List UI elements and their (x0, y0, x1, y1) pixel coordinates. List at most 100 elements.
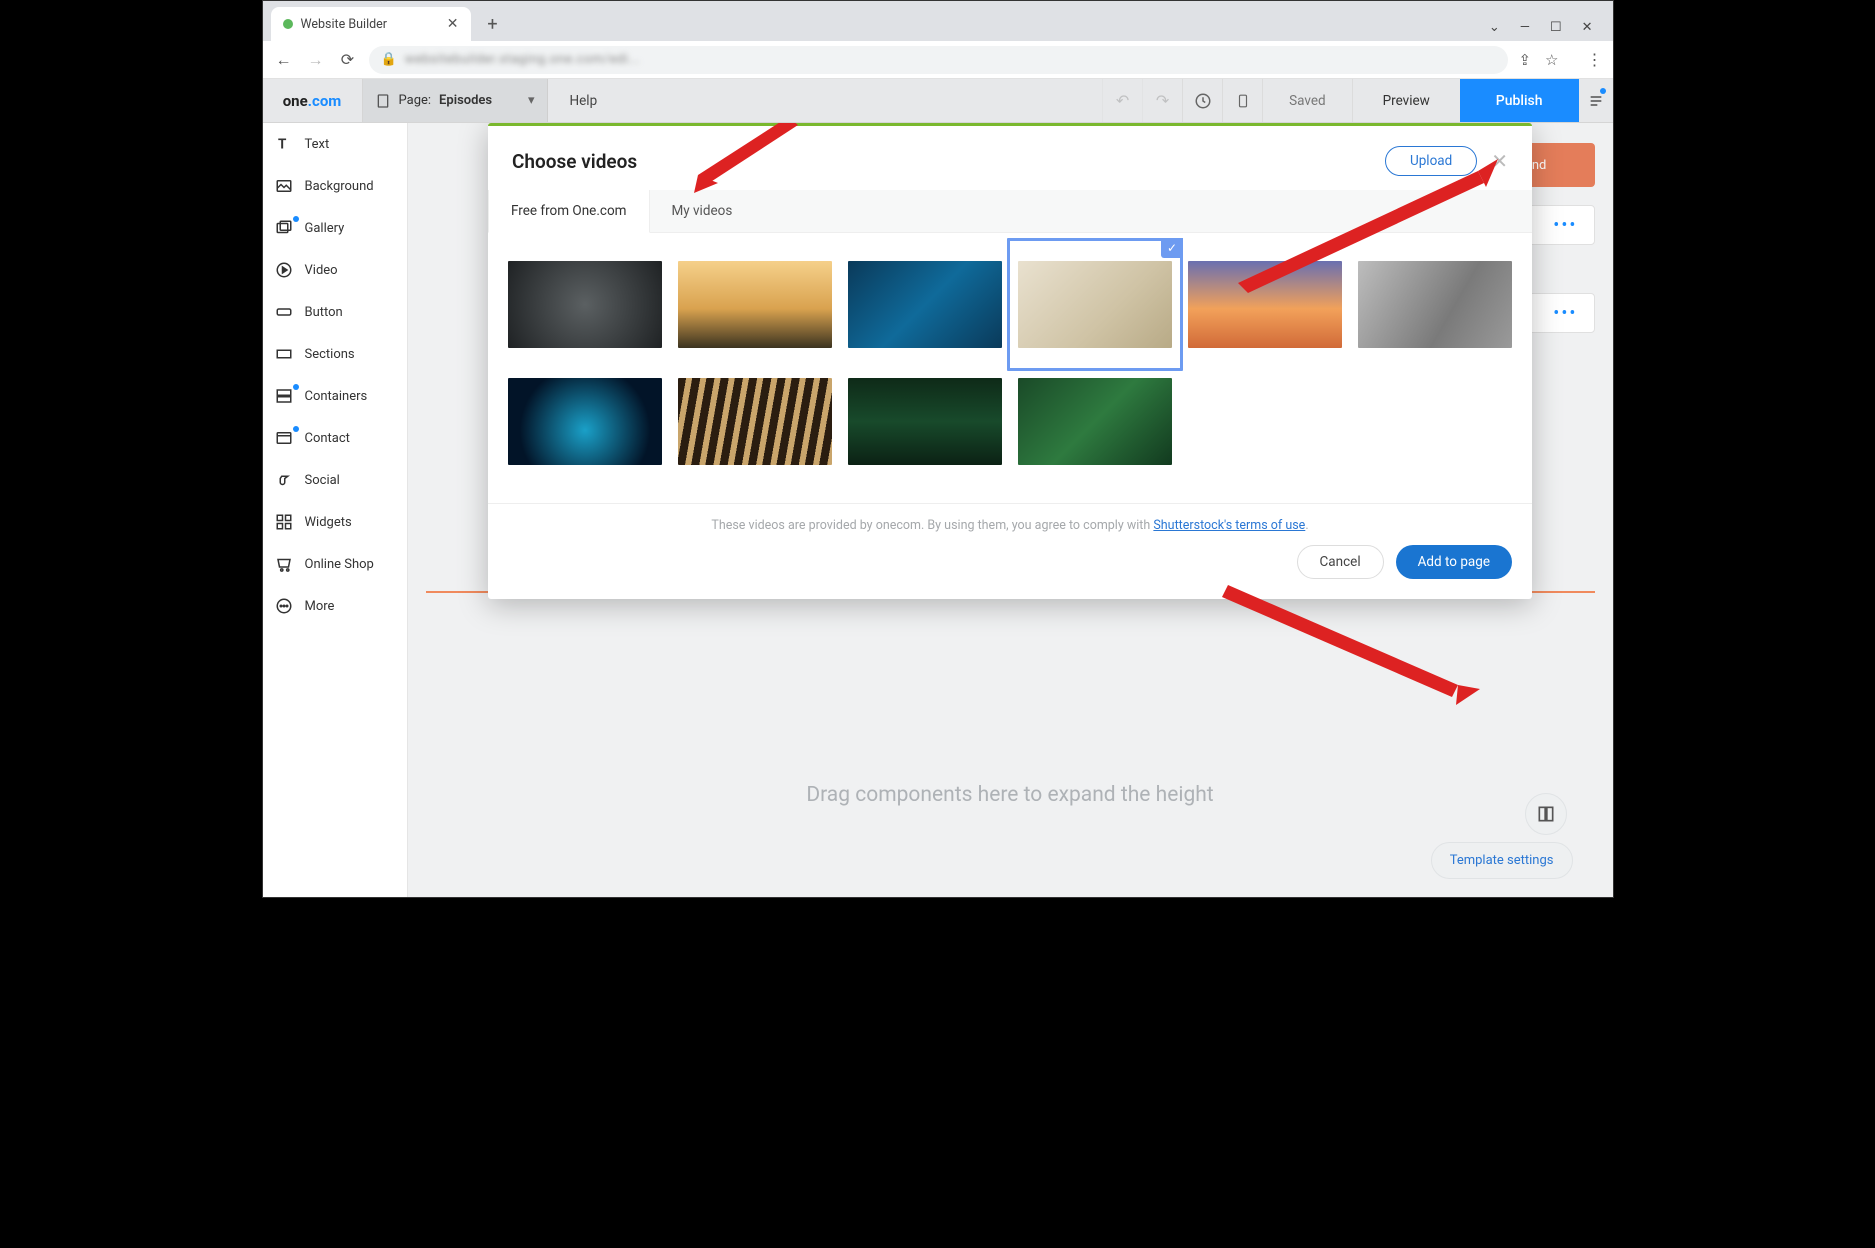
video-thumbnail[interactable] (848, 261, 1002, 348)
tab-close-icon[interactable]: ✕ (447, 16, 459, 32)
history-icon[interactable] (1182, 79, 1222, 122)
browser-tab-strip: Website Builder ✕ + ⌄ — ☐ ✕ (263, 1, 1613, 41)
logo-text-b: .com (308, 92, 342, 110)
tab-my-videos[interactable]: My videos (650, 190, 755, 232)
components-sidebar: T Text Background Gallery Video Button Section… (263, 123, 408, 897)
sidebar-item-widgets[interactable]: Widgets (263, 501, 407, 543)
sidebar-item-online-shop[interactable]: Online Shop (263, 543, 407, 585)
footer-note: These videos are provided by onecom. By … (508, 518, 1512, 533)
sidebar-item-text[interactable]: T Text (263, 123, 407, 165)
browser-address-bar: ← → ⟳ 🔒 websitebuilder.staging.one.com/e… (263, 41, 1613, 79)
window-minimize-icon[interactable]: — (1520, 20, 1530, 35)
text-icon: T (275, 135, 293, 153)
chevron-down-icon: ▾ (528, 93, 535, 108)
contact-icon (275, 429, 293, 447)
modal-title: Choose videos (512, 150, 637, 173)
sidebar-item-label: More (305, 599, 335, 614)
publish-button[interactable]: Publish (1460, 79, 1579, 122)
window-maximize-icon[interactable]: ☐ (1550, 20, 1562, 35)
window-dropdown-icon[interactable]: ⌄ (1489, 20, 1500, 35)
sidebar-item-label: Background (305, 179, 374, 194)
sidebar-item-more[interactable]: More (263, 585, 407, 627)
sidebar-item-sections[interactable]: Sections (263, 333, 407, 375)
sidebar-item-label: Sections (305, 347, 355, 362)
logo[interactable]: one.com (263, 79, 363, 122)
sidebar-item-gallery[interactable]: Gallery (263, 207, 407, 249)
page-selector[interactable]: Page: Episodes ▾ (363, 79, 548, 122)
sidebar-item-label: Containers (305, 389, 368, 404)
lock-icon: 🔒 (381, 52, 397, 67)
drop-zone-text: Drag components here to expand the heigh… (426, 783, 1595, 807)
video-thumbnail[interactable]: ✓ (1018, 261, 1172, 348)
gallery-icon (275, 219, 293, 237)
new-tab-button[interactable]: + (479, 10, 507, 38)
sidebar-item-label: Contact (305, 431, 350, 446)
tab-favicon (283, 19, 293, 29)
sidebar-item-containers[interactable]: Containers (263, 375, 407, 417)
shop-icon (275, 555, 293, 573)
video-thumbnail[interactable] (508, 261, 662, 348)
video-thumbnail[interactable] (848, 378, 1002, 465)
sidebar-item-social[interactable]: Social (263, 459, 407, 501)
video-thumbnail[interactable] (678, 378, 832, 465)
tab-free-videos[interactable]: Free from One.com (488, 190, 650, 233)
more-icon (275, 597, 293, 615)
background-icon (275, 177, 293, 195)
sidebar-item-label: Online Shop (305, 557, 374, 572)
help-label: Help (570, 93, 598, 109)
video-thumbnail[interactable] (678, 261, 832, 348)
saved-status: Saved (1262, 79, 1352, 122)
logo-text-a: one (283, 92, 308, 110)
settings-icon[interactable] (1579, 79, 1613, 122)
video-thumbnail[interactable] (1358, 261, 1512, 348)
check-icon: ✓ (1161, 238, 1183, 258)
sidebar-item-label: Social (305, 473, 340, 488)
cancel-button[interactable]: Cancel (1297, 545, 1384, 579)
widgets-icon (275, 513, 293, 531)
page-label: Page: (399, 93, 432, 108)
browser-tab[interactable]: Website Builder ✕ (271, 7, 471, 41)
help-menu[interactable]: Help (548, 79, 620, 122)
template-settings-button[interactable]: Template settings (1431, 842, 1573, 879)
window-controls: ⌄ — ☐ ✕ (1489, 20, 1605, 35)
sidebar-item-background[interactable]: Background (263, 165, 407, 207)
address-input[interactable]: 🔒 websitebuilder.staging.one.com/edi... (369, 46, 1509, 74)
tab-title: Website Builder (301, 17, 439, 32)
sidebar-item-label: Widgets (305, 515, 352, 530)
url-text: websitebuilder.staging.one.com/edi... (405, 52, 641, 67)
preview-button[interactable]: Preview (1352, 79, 1460, 122)
terms-link[interactable]: Shutterstock's terms of use (1153, 518, 1305, 533)
browser-menu-icon[interactable]: ⋮ (1587, 50, 1603, 69)
forward-icon[interactable]: → (305, 50, 327, 70)
window-close-icon[interactable]: ✕ (1582, 20, 1593, 35)
reload-icon[interactable]: ⟳ (337, 50, 359, 69)
sidebar-item-contact[interactable]: Contact (263, 417, 407, 459)
video-thumbnail[interactable] (1018, 378, 1172, 465)
bookmark-icon[interactable]: ☆ (1545, 51, 1558, 69)
svg-text:T: T (278, 137, 287, 153)
device-icon[interactable] (1222, 79, 1262, 122)
video-thumbnail[interactable] (508, 378, 662, 465)
button-icon (275, 303, 293, 321)
sidebar-item-label: Text (305, 137, 330, 152)
app-toolbar: one.com Page: Episodes ▾ Help ↶ ↷ Saved … (263, 79, 1613, 123)
add-to-page-button[interactable]: Add to page (1396, 545, 1512, 579)
sidebar-item-label: Gallery (305, 221, 345, 236)
palette-button[interactable] (1525, 793, 1567, 835)
sidebar-item-label: Video (305, 263, 338, 278)
video-thumbnail[interactable] (1188, 261, 1342, 348)
back-icon[interactable]: ← (273, 50, 295, 70)
undo-icon[interactable]: ↶ (1102, 79, 1142, 122)
video-thumbnails: ✓ (488, 233, 1532, 503)
modal-close-icon[interactable]: ✕ (1491, 149, 1508, 173)
redo-icon[interactable]: ↷ (1142, 79, 1182, 122)
share-icon[interactable]: ⇪ (1518, 51, 1531, 69)
upload-button[interactable]: Upload (1385, 146, 1477, 176)
sidebar-item-label: Button (305, 305, 343, 320)
sidebar-item-video[interactable]: Video (263, 249, 407, 291)
choose-videos-modal: Choose videos Upload ✕ Free from One.com… (488, 123, 1532, 599)
video-icon (275, 261, 293, 279)
sidebar-item-button[interactable]: Button (263, 291, 407, 333)
sections-icon (275, 345, 293, 363)
containers-icon (275, 387, 293, 405)
